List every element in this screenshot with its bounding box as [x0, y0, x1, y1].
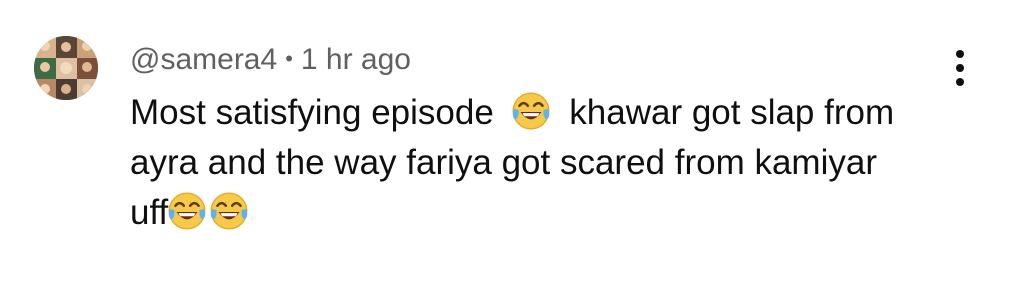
meta-separator: •: [285, 46, 293, 71]
more-vertical-icon-dot: [956, 64, 964, 72]
face-with-tears-of-joy-icon: [210, 192, 248, 230]
comment-text-part: khawar got slap from: [569, 93, 895, 132]
comment-line-2: ayra and the way fariya got scared from …: [130, 143, 877, 182]
comment-line-1: Most satisfying episode khawar got slap …: [130, 88, 950, 138]
face-with-tears-of-joy-icon: [168, 192, 206, 230]
avatar[interactable]: [34, 36, 98, 100]
more-vertical-icon: [956, 50, 964, 58]
comment-meta: @samera4 • 1 hr ago: [130, 40, 411, 80]
author-name[interactable]: @samera4: [130, 43, 277, 77]
face-with-tears-of-joy-icon: [512, 92, 550, 130]
more-options-button[interactable]: [944, 48, 976, 88]
comment-text-part: uff: [130, 193, 169, 232]
more-vertical-icon-dot: [956, 78, 964, 86]
comment-item: @samera4 • 1 hr ago Most satisfying epis…: [0, 0, 1024, 282]
comment-line-3: uff: [130, 188, 950, 238]
comment-timestamp: 1 hr ago: [300, 43, 411, 76]
comment-text-part: Most satisfying episode: [130, 93, 494, 132]
comment-text: Most satisfying episode khawar got slap …: [130, 88, 950, 238]
avatar-collage-image: [34, 36, 98, 100]
